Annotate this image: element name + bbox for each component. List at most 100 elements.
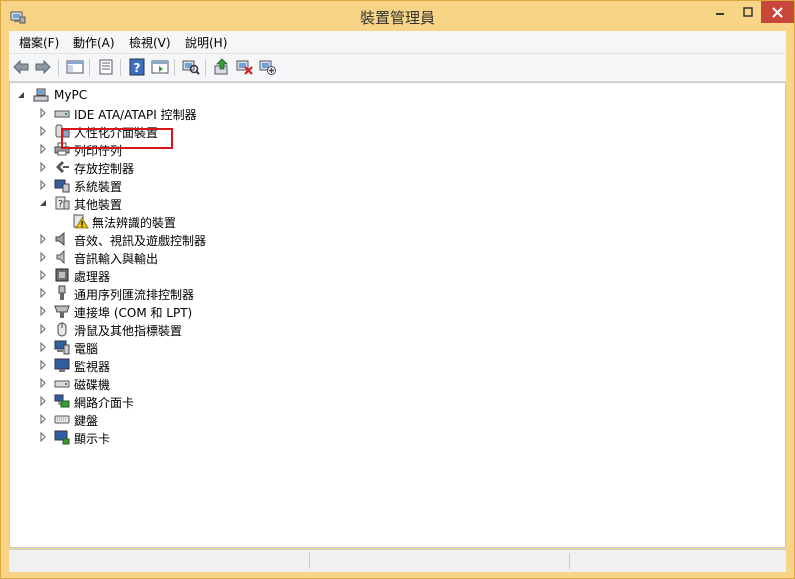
action-pane-icon[interactable] [151,58,169,76]
expand-arrow-icon[interactable] [38,302,48,320]
display-adapter-icon [54,430,70,445]
network-adapter-icon [54,394,70,408]
storage-controller-icon [56,161,69,173]
expand-arrow-icon[interactable] [38,356,48,374]
tree-item-other-devices[interactable]: ? 其他裝置 [38,194,338,212]
tree-item-display-adapters[interactable]: 顯示卡 [38,428,338,446]
menu-file[interactable]: 檔案(F) [19,34,59,51]
tree-root-mypc[interactable]: MyPC [16,86,216,104]
device-tree[interactable]: MyPC IDE ATA/ATAPI 控制器 人性化介面裝置 列印佇列 存放控制… [9,82,786,548]
tree-label: 通用序列匯流排控制器 [74,288,195,302]
tree-item-sound-video-game[interactable]: 音效、視訊及遊戲控制器 [38,230,338,248]
expand-arrow-icon[interactable] [38,392,48,410]
svg-text:?: ? [134,61,141,75]
toolbar: ? [9,54,786,82]
close-icon [772,6,783,18]
expand-arrow-icon[interactable] [38,320,48,338]
tree-label: 顯示卡 [74,432,111,446]
add-legacy-hardware-icon[interactable] [259,58,277,76]
expand-arrow-icon[interactable] [38,104,48,122]
toolbar-separator [205,59,206,76]
scan-hardware-icon[interactable] [182,58,200,76]
tree-label: 磁碟機 [74,378,111,392]
tree-label: 網路介面卡 [74,396,135,410]
toolbar-separator [120,59,121,76]
tree-label: 電腦 [74,342,99,356]
title-bar[interactable]: 裝置管理員 [1,1,794,31]
tree-label: 音訊輸入與輸出 [74,252,159,266]
show-hide-console-tree-icon[interactable] [66,58,84,76]
mouse-icon [57,322,67,337]
status-separator [569,553,570,569]
status-bar [9,549,786,572]
monitor-icon [54,358,70,372]
tree-label: 滑鼠及其他指標裝置 [74,324,183,338]
expand-arrow-icon[interactable] [38,266,48,284]
tree-item-usb-controllers[interactable]: 通用序列匯流排控制器 [38,284,338,302]
port-icon [54,305,70,318]
disk-drive-icon [54,380,70,388]
tree-item-monitors[interactable]: 監視器 [38,356,338,374]
tree-label: IDE ATA/ATAPI 控制器 [74,108,197,122]
tree-label: 存放控制器 [74,162,135,176]
tree-label: 其他裝置 [74,198,123,212]
collapse-arrow-icon[interactable] [38,194,48,212]
tree-label: 監視器 [74,360,111,374]
uninstall-device-icon[interactable] [236,58,254,76]
tree-item-storage-controllers[interactable]: 存放控制器 [38,158,338,176]
expand-arrow-icon[interactable] [38,140,48,158]
tree-item-audio-io[interactable]: 音訊輸入與輸出 [38,248,338,266]
help-icon[interactable]: ? [128,58,146,76]
usb-icon [58,285,66,300]
expand-arrow-icon[interactable] [38,158,48,176]
menu-help[interactable]: 說明(H) [185,34,227,51]
expand-arrow-icon[interactable] [38,284,48,302]
menu-view[interactable]: 檢視(V) [129,34,171,51]
close-button[interactable] [761,1,794,23]
toolbar-separator [174,59,175,76]
tree-item-network-adapters[interactable]: 網路介面卡 [38,392,338,410]
unknown-device-warning-icon [73,214,89,229]
expand-arrow-icon[interactable] [38,428,48,446]
expand-arrow-icon[interactable] [38,176,48,194]
tree-label: 音效、視訊及遊戲控制器 [74,234,207,248]
tree-item-system-devices[interactable]: 系統裝置 [38,176,338,194]
toolbar-separator [58,59,59,76]
expand-arrow-icon[interactable] [38,248,48,266]
computer-category-icon [54,340,70,355]
minimize-icon [716,13,724,15]
window-title: 裝置管理員 [359,9,435,27]
ide-controller-icon [54,110,70,118]
properties-icon[interactable] [97,58,115,76]
tree-item-computer[interactable]: 電腦 [38,338,338,356]
minimize-button[interactable] [706,1,734,23]
tree-label: MyPC [54,88,88,102]
tree-item-keyboards[interactable]: 鍵盤 [38,410,338,428]
highlight-box [61,128,173,149]
update-driver-icon[interactable] [213,58,231,76]
collapse-arrow-icon[interactable] [16,86,26,104]
menu-bar: 檔案(F) 動作(A) 檢視(V) 說明(H) [9,31,786,54]
device-manager-window: 裝置管理員 檔案(F) 動作(A) 檢視(V) 說明(H) ? MyPC IDE… [0,0,795,579]
forward-arrow-icon[interactable] [34,58,52,76]
sound-icon [55,231,65,247]
keyboard-icon [54,415,70,424]
expand-arrow-icon[interactable] [38,230,48,248]
expand-arrow-icon[interactable] [38,374,48,392]
expand-arrow-icon[interactable] [38,410,48,428]
tree-item-disk-drives[interactable]: 磁碟機 [38,374,338,392]
tree-item-mice[interactable]: 滑鼠及其他指標裝置 [38,320,338,338]
menu-action[interactable]: 動作(A) [73,34,115,51]
tree-item-ide-controller[interactable]: IDE ATA/ATAPI 控制器 [38,104,338,122]
tree-label: 處理器 [74,270,111,284]
audio-io-icon [56,249,65,265]
tree-item-ports[interactable]: 連接埠 (COM 和 LPT) [38,302,338,320]
tree-item-processors[interactable]: 處理器 [38,266,338,284]
status-separator [309,553,310,569]
back-arrow-icon[interactable] [12,58,30,76]
maximize-button[interactable] [734,1,761,23]
expand-arrow-icon[interactable] [38,338,48,356]
tree-item-unknown-device[interactable]: 無法辨識的裝置 [70,212,210,230]
expand-arrow-icon[interactable] [38,122,48,140]
other-devices-icon: ? [55,196,70,210]
